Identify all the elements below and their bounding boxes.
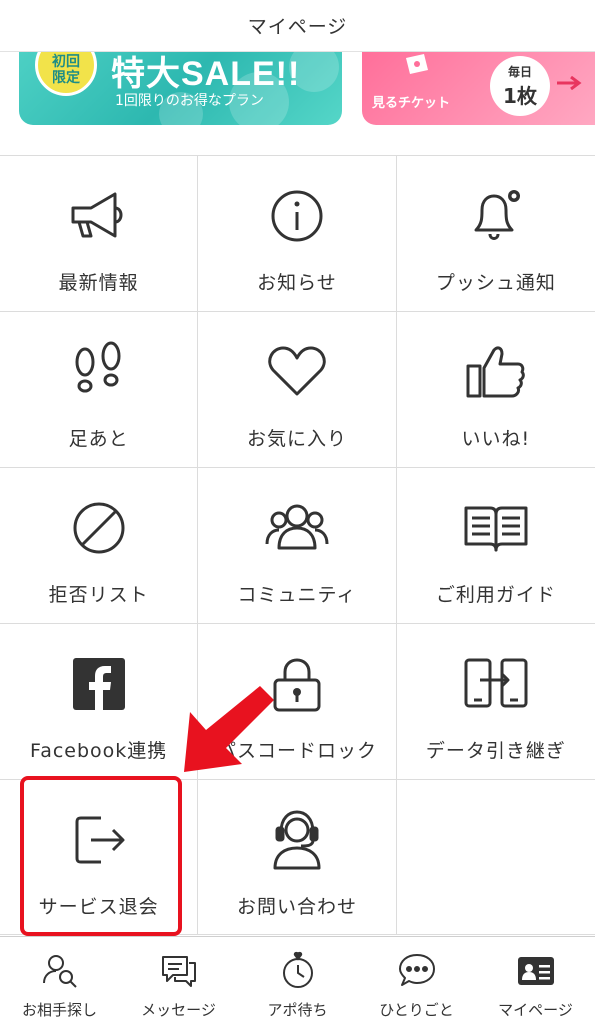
tab-label: ひとりごと (379, 1001, 454, 1019)
clock-heart-icon (282, 951, 313, 988)
arrow-decoration-icon (557, 76, 582, 90)
daily-line2: 1枚 (503, 84, 537, 108)
book-icon (464, 506, 528, 552)
bell-gear-icon (474, 190, 520, 240)
id-card-icon (517, 957, 554, 985)
heart-icon (268, 346, 326, 396)
sale-title: 特大SALE!! (111, 55, 301, 93)
menu-item-label: データ引き継ぎ (425, 740, 566, 762)
menu-item-label: 足あと (68, 428, 129, 450)
menu-item-news[interactable]: 最新情報 (0, 156, 199, 311)
menu-item-likes[interactable]: いいね! (397, 312, 595, 467)
footprints-icon (75, 341, 121, 393)
message-icon (161, 956, 196, 987)
tab-monologue[interactable]: ひとりごと (357, 937, 476, 1024)
menu-item-label: お気に入り (246, 428, 347, 450)
first-time-badge: 初回 限定 (35, 52, 97, 96)
menu-item-label: コミュニティ (237, 584, 357, 606)
tab-mypage[interactable]: マイページ (476, 937, 595, 1024)
megaphone-icon (71, 192, 123, 238)
badge-line1: 初回 (52, 54, 80, 70)
menu-item-label: 拒否リスト (48, 584, 149, 606)
daily-ticket-badge: 毎日 1枚 (490, 56, 550, 116)
page-title: マイページ (247, 16, 348, 38)
banner-area: 初回 限定 特大SALE!! 1回限りのお得なプラン 見るチケット 毎日 1枚 (0, 52, 595, 155)
sale-banner[interactable]: 初回 限定 特大SALE!! 1回限りのお得なプラン (19, 52, 342, 125)
tab-partner-search[interactable]: お相手探し (0, 937, 119, 1024)
menu-item-label: プッシュ通知 (435, 272, 556, 294)
menu-item-label: ご利用ガイド (435, 584, 556, 606)
tab-label: アポ待ち (267, 1001, 328, 1019)
tab-label: マイページ (498, 1001, 573, 1019)
ticket-icon (406, 54, 428, 74)
menu-item-contact[interactable]: お問い合わせ (198, 780, 397, 934)
menu-item-label: お知らせ (257, 272, 337, 294)
menu-empty-cell (396, 780, 595, 934)
menu-item-data-transfer[interactable]: データ引き継ぎ (397, 624, 595, 779)
support-headset-icon (273, 810, 321, 870)
search-person-icon (42, 955, 77, 988)
menu-item-footprints[interactable]: 足あと (0, 312, 199, 467)
menu-row: 拒否リスト コミュニティ ご利用ガイド (0, 467, 595, 623)
badge-line2: 限定 (52, 70, 80, 86)
info-icon (271, 190, 323, 242)
daily-line1: 毎日 (507, 65, 532, 79)
menu-item-blocklist[interactable]: 拒否リスト (0, 468, 199, 623)
page-header: マイページ (0, 0, 595, 52)
speech-dots-icon (398, 954, 435, 986)
menu-item-favorites[interactable]: お気に入り (198, 312, 397, 467)
tab-appointment[interactable]: アポ待ち (238, 937, 357, 1024)
menu-item-guide[interactable]: ご利用ガイド (397, 468, 595, 623)
bottom-tab-bar: お相手探し メッセージ アポ待ち ひとりごと マイページ (0, 936, 595, 1024)
thumbs-up-icon (466, 346, 525, 398)
menu-item-notice[interactable]: お知らせ (198, 156, 397, 311)
menu-item-label: 最新情報 (58, 272, 139, 294)
community-icon (265, 504, 329, 550)
menu-item-community[interactable]: コミュニティ (198, 468, 397, 623)
sale-subtitle: 1回限りのお得なプラン (115, 93, 264, 109)
menu-item-label: いいね! (461, 428, 531, 450)
menu-row: Facebook連携 パスコードロック データ引き継ぎ (0, 623, 595, 779)
data-transfer-icon (464, 658, 528, 708)
menu-item-label: Facebook連携 (30, 740, 168, 762)
facebook-icon (72, 658, 125, 710)
tab-messages[interactable]: メッセージ (119, 937, 238, 1024)
ticket-banner[interactable]: 見るチケット 毎日 1枚 (362, 52, 595, 125)
red-arrow-annotation-icon (184, 686, 274, 772)
withdraw-highlight-box (20, 776, 182, 936)
block-icon (73, 502, 125, 554)
tab-label: お相手探し (21, 1001, 97, 1019)
tab-label: メッセージ (141, 1001, 216, 1019)
menu-row: 足あと お気に入り いいね! (0, 311, 595, 467)
ticket-label: 見るチケット (372, 96, 451, 111)
menu-item-label: お問い合わせ (236, 896, 357, 918)
menu-item-push[interactable]: プッシュ通知 (397, 156, 595, 311)
menu-row: 最新情報 お知らせ プッシュ通知 (0, 155, 595, 311)
